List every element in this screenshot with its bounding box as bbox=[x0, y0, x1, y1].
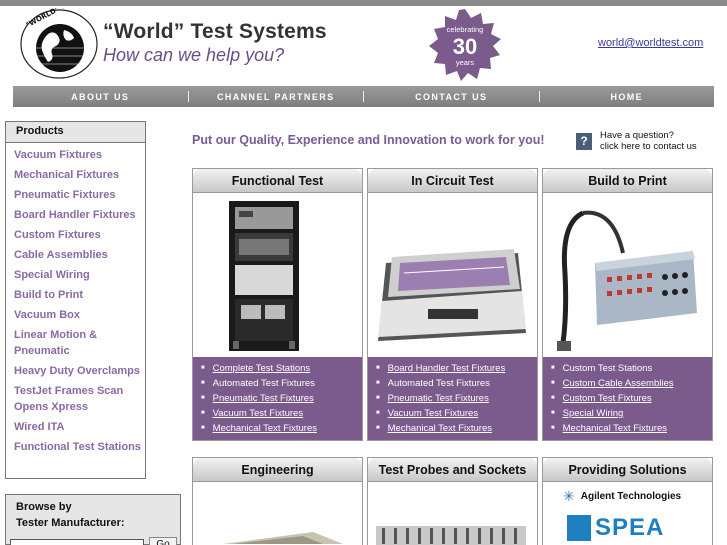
card-text-item: Automated Test Fixtures bbox=[376, 376, 537, 391]
products-sidebar: Products Vacuum Fixtures Mechanical Fixt… bbox=[5, 121, 146, 479]
card-test-probes-sockets: Test Probes and Sockets bbox=[367, 457, 538, 545]
card-link[interactable]: Vacuum Test Fixtures bbox=[376, 406, 537, 421]
browse-go-button[interactable]: Go bbox=[149, 537, 177, 545]
nav-home[interactable]: HOME bbox=[540, 92, 715, 102]
sidebar-item-vacuum-box[interactable]: Vacuum Box bbox=[14, 307, 145, 323]
brand-tagline: How can we help you? bbox=[103, 45, 285, 65]
card-title[interactable]: In Circuit Test bbox=[368, 169, 537, 193]
spea-mark-icon bbox=[567, 515, 591, 541]
badge-number-text: 30 bbox=[453, 34, 477, 59]
card-link[interactable]: Pneumatic Test Fixtures bbox=[376, 391, 537, 406]
card-text-item: Custom Test Stations bbox=[551, 361, 712, 376]
agilent-logo[interactable]: ✳ Agilent Technologies bbox=[563, 488, 681, 505]
sidebar-item-board-handler-fixtures[interactable]: Board Handler Fixtures bbox=[14, 207, 145, 223]
sidebar-title: Products bbox=[6, 122, 145, 143]
card-title[interactable]: Engineering bbox=[193, 458, 362, 482]
card-link[interactable]: Custom Test Fixtures bbox=[551, 391, 712, 406]
card-text-item: Automated Test Fixtures bbox=[201, 376, 362, 391]
card-link[interactable]: Pneumatic Test Fixtures bbox=[201, 391, 362, 406]
sidebar-item-custom-fixtures[interactable]: Custom Fixtures bbox=[14, 227, 145, 243]
sidebar-item-wired-ita[interactable]: Wired ITA bbox=[14, 419, 145, 435]
brand-title: “World” Test Systems bbox=[103, 20, 327, 43]
top-bar bbox=[0, 0, 727, 6]
card-link[interactable]: Mechanical Text Fixtures bbox=[201, 421, 362, 436]
badge-bottom-text: years bbox=[456, 58, 475, 67]
question-icon[interactable]: ? bbox=[576, 133, 592, 150]
sidebar-item-vacuum-fixtures[interactable]: Vacuum Fixtures bbox=[14, 147, 145, 163]
card-title[interactable]: Build to Print bbox=[543, 169, 712, 193]
anniversary-badge: celebrating 30 years bbox=[429, 9, 501, 81]
manufacturer-select[interactable] bbox=[10, 539, 144, 545]
spea-logo[interactable]: SPEA bbox=[567, 514, 664, 542]
test-probes-image[interactable] bbox=[368, 482, 537, 545]
spark-icon: ✳ bbox=[563, 488, 575, 504]
email-link[interactable]: world@worldtest.com bbox=[598, 37, 703, 49]
card-title[interactable]: Test Probes and Sockets bbox=[368, 458, 537, 482]
sidebar-item-linear-motion[interactable]: Linear Motion & Pneumatic bbox=[14, 327, 145, 359]
contact-question-link[interactable]: Have a question? click here to contact u… bbox=[600, 130, 697, 152]
question-line-1: Have a question? bbox=[600, 130, 674, 141]
card-in-circuit-test: In Circuit Test Board Handler Test Fixtu… bbox=[367, 168, 538, 441]
sidebar-item-functional-test-stations[interactable]: Functional Test Stations bbox=[14, 439, 145, 455]
browse-by-manufacturer-panel: Browse by Tester Manufacturer: Go bbox=[5, 494, 181, 545]
badge-top-text: celebrating bbox=[447, 25, 484, 34]
sidebar-list: Vacuum Fixtures Mechanical Fixtures Pneu… bbox=[6, 143, 145, 455]
card-link[interactable]: Complete Test Stations bbox=[201, 361, 362, 376]
card-link[interactable]: Board Handler Test Fixtures bbox=[376, 361, 537, 376]
nav-channel-partners[interactable]: CHANNEL PARTNERS bbox=[189, 92, 364, 102]
card-link[interactable]: Mechanical Text Fixtures bbox=[376, 421, 537, 436]
card-title[interactable]: Functional Test bbox=[193, 169, 362, 193]
sidebar-item-heavy-duty-overclamps[interactable]: Heavy Duty Overclamps bbox=[14, 363, 145, 379]
card-functional-test: Functional Test Complete Test Stations A… bbox=[192, 168, 363, 441]
globe-logo-icon[interactable]: "WORLD" TEST SYSTEMS bbox=[18, 8, 100, 80]
sidebar-item-cable-assemblies[interactable]: Cable Assemblies bbox=[14, 247, 145, 263]
card-build-to-print: Build to Print Custom Test Stations Cust… bbox=[542, 168, 713, 441]
card-providing-solutions: Providing Solutions ✳ Agilent Technologi… bbox=[542, 457, 713, 545]
card-links: Custom Test Stations Custom Cable Assemb… bbox=[543, 357, 712, 440]
browse-label-line1: Browse by bbox=[16, 501, 72, 513]
nav-contact-us[interactable]: CONTACT US bbox=[364, 92, 539, 102]
card-link[interactable]: Mechanical Text Fixtures bbox=[551, 421, 712, 436]
nav-about-us[interactable]: ABOUT US bbox=[13, 92, 188, 102]
card-links: Board Handler Test Fixtures Automated Te… bbox=[368, 357, 537, 440]
sidebar-item-pneumatic-fixtures[interactable]: Pneumatic Fixtures bbox=[14, 187, 145, 203]
sidebar-item-mechanical-fixtures[interactable]: Mechanical Fixtures bbox=[14, 167, 145, 183]
sidebar-item-build-to-print[interactable]: Build to Print bbox=[14, 287, 145, 303]
promo-headline: Put our Quality, Experience and Innovati… bbox=[192, 133, 545, 147]
sidebar-item-special-wiring[interactable]: Special Wiring bbox=[14, 267, 145, 283]
question-line-2: click here to contact us bbox=[600, 141, 697, 152]
card-engineering: Engineering bbox=[192, 457, 363, 545]
sidebar-item-testjet-frames[interactable]: TestJet Frames Scan Opens Xpress bbox=[14, 383, 145, 415]
browse-label-line2: Tester Manufacturer: bbox=[16, 517, 125, 529]
card-link[interactable]: Vacuum Test Fixtures bbox=[201, 406, 362, 421]
card-links: Complete Test Stations Automated Test Fi… bbox=[193, 357, 362, 440]
build-to-print-box-image[interactable] bbox=[543, 193, 712, 357]
engineering-image[interactable] bbox=[193, 482, 362, 545]
card-link[interactable]: Special Wiring bbox=[551, 406, 712, 421]
card-title[interactable]: Providing Solutions bbox=[543, 458, 712, 482]
in-circuit-fixture-image[interactable] bbox=[368, 193, 537, 357]
main-nav: ABOUT US CHANNEL PARTNERS CONTACT US HOM… bbox=[13, 86, 714, 107]
card-link[interactable]: Custom Cable Assemblies bbox=[551, 376, 712, 391]
functional-test-rack-image[interactable] bbox=[193, 193, 362, 357]
